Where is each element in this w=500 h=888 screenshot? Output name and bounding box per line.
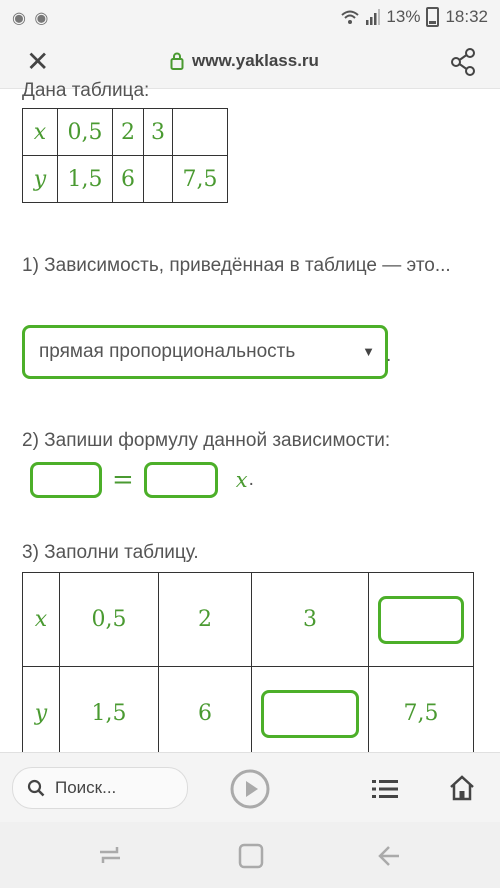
dependency-select[interactable]: прямая пропорциональность ▼	[22, 325, 388, 379]
table-cell: 6	[158, 666, 252, 761]
status-bar: ◉ ◉ 13% 18:32	[0, 0, 500, 36]
intro-text: Дана таблица:	[22, 80, 150, 101]
table-cell	[368, 572, 474, 667]
notification-icons: ◉ ◉	[12, 10, 51, 27]
table-cell: 2	[158, 572, 252, 667]
x-fill-input[interactable]	[378, 595, 464, 644]
formula-row: = x.	[30, 462, 254, 498]
battery-icon	[426, 7, 440, 27]
battery-percent: 13%	[386, 7, 421, 26]
table-cell: 3	[143, 108, 173, 156]
equals-sign: =	[112, 465, 134, 495]
table-cell	[251, 666, 369, 761]
close-icon[interactable]: ✕	[26, 48, 49, 76]
system-nav-bar	[0, 822, 500, 888]
wifi-icon	[341, 10, 360, 24]
url-text: www.yaklass.ru	[192, 51, 319, 70]
dropdown-arrow-icon: ▼	[362, 344, 375, 359]
table-cell: y	[22, 155, 58, 203]
given-table: x 0,5 2 3 y 1,5 6 7,5	[22, 108, 228, 203]
home-icon[interactable]	[449, 775, 475, 801]
lock-icon	[170, 52, 184, 70]
search-pill[interactable]: Поиск...	[12, 767, 188, 809]
formula-coefficient-input[interactable]	[143, 462, 218, 498]
table-cell: 0,5	[57, 108, 113, 156]
table-cell: 3	[251, 572, 369, 667]
y-fill-input[interactable]	[261, 689, 359, 738]
table-cell: 1,5	[57, 155, 113, 203]
formula-left-input[interactable]	[30, 462, 102, 498]
table-cell: x	[22, 572, 60, 667]
recent-apps-icon[interactable]	[97, 844, 123, 866]
table-row: x 0,5 2 3	[22, 572, 474, 667]
table-cell: 7,5	[172, 155, 228, 203]
question-1: 1) Зависимость, приведённая в таблице — …	[22, 255, 451, 276]
play-icon[interactable]	[229, 768, 271, 810]
question-3: 3) Заполни таблицу.	[22, 542, 199, 563]
table-cell: 2	[112, 108, 144, 156]
select-value: прямая пропорциональность	[39, 341, 296, 362]
search-icon	[27, 779, 45, 797]
formula-variable: x	[235, 468, 248, 492]
clock: 18:32	[445, 7, 488, 26]
table-cell: 0,5	[59, 572, 159, 667]
table-cell: 7,5	[368, 666, 474, 761]
table-row: y 1,5 6 7,5	[22, 666, 474, 761]
bottom-toolbar: Поиск...	[0, 752, 500, 823]
url-display[interactable]: www.yaklass.ru	[170, 51, 319, 71]
table-cell: y	[22, 666, 60, 761]
table-cell: 6	[112, 155, 144, 203]
list-icon[interactable]	[372, 779, 398, 799]
table-cell: x	[22, 108, 58, 156]
select-period: .	[386, 345, 392, 366]
search-label: Поиск...	[55, 778, 117, 797]
table-row: y 1,5 6 7,5	[22, 155, 228, 203]
table-cell	[143, 155, 173, 203]
fill-table: x 0,5 2 3 y 1,5 6 7,5	[22, 572, 474, 761]
home-button-icon[interactable]	[238, 843, 264, 869]
share-icon[interactable]	[450, 48, 476, 76]
table-cell: 1,5	[59, 666, 159, 761]
table-row: x 0,5 2 3	[22, 108, 228, 156]
signal-icon	[366, 9, 381, 25]
table-cell	[172, 108, 228, 156]
formula-period: .	[248, 469, 254, 490]
back-icon[interactable]	[377, 843, 403, 869]
question-2: 2) Запиши формулу данной зависимости:	[22, 430, 391, 451]
